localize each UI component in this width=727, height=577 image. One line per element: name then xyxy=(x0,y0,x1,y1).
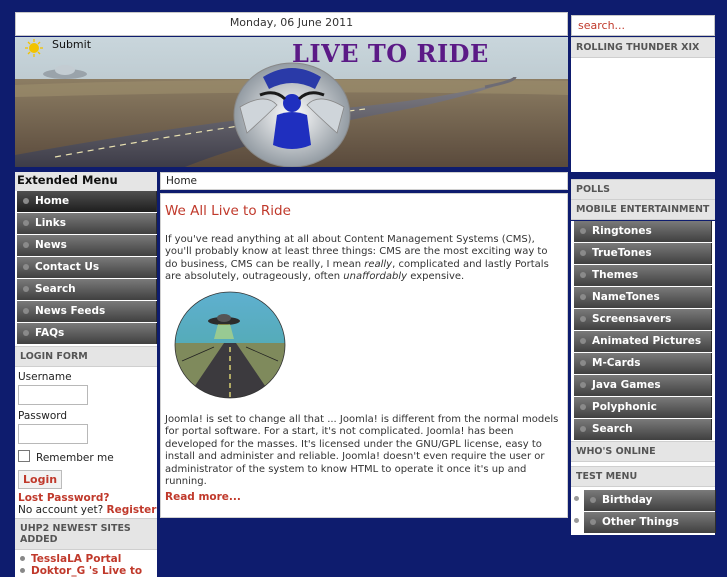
password-label: Password xyxy=(18,410,68,422)
rolling-thunder-body xyxy=(571,58,715,172)
current-date: Monday, 06 June 2011 xyxy=(229,16,354,29)
mobile-entertainment-header: MOBILE ENTERTAINMENT xyxy=(571,200,715,220)
mobile-item-screensavers[interactable]: Screensavers xyxy=(574,309,712,330)
mobile-menu: Ringtones TrueTones Themes NameTones Scr… xyxy=(571,221,715,441)
menu-item-contact-us[interactable]: Contact Us xyxy=(17,257,157,278)
bullet-icon xyxy=(23,242,29,248)
menu-item-news[interactable]: News xyxy=(17,235,157,256)
menu-item-search[interactable]: Search xyxy=(17,279,157,300)
mobile-item-polyphonic[interactable]: Polyphonic xyxy=(574,397,712,418)
test-item-birthday[interactable]: Birthday xyxy=(584,490,716,511)
bullet-icon xyxy=(23,286,29,292)
menu-item-news-feeds[interactable]: News Feeds xyxy=(17,301,157,322)
mobile-item-ringtones[interactable]: Ringtones xyxy=(574,221,712,242)
bullet-icon xyxy=(580,426,586,432)
username-field[interactable] xyxy=(18,385,88,405)
bullet-icon xyxy=(580,382,586,388)
whos-online-header: WHO'S ONLINE xyxy=(571,441,715,462)
main-content: We All Live to Ride If you've read anyth… xyxy=(160,193,568,518)
register-row: No account yet? Register xyxy=(18,504,157,516)
mobile-item-java-games[interactable]: Java Games xyxy=(574,375,712,396)
search-input[interactable] xyxy=(571,15,715,36)
bullet-icon xyxy=(580,250,586,256)
bullet-icon xyxy=(590,497,596,503)
newest-sites-list: TesslaLA Portal Doktor_G 's Live to xyxy=(18,553,157,577)
newest-sites-header: UHP2 NEWEST SITES ADDED xyxy=(15,518,157,550)
read-more-link[interactable]: Read more... xyxy=(165,491,241,503)
article-title: We All Live to Ride xyxy=(165,203,291,219)
mobile-item-themes[interactable]: Themes xyxy=(574,265,712,286)
bullet-icon xyxy=(580,228,586,234)
login-form-header: LOGIN FORM xyxy=(15,346,157,367)
mobile-item-nametones[interactable]: NameTones xyxy=(574,287,712,308)
username-label: Username xyxy=(18,371,72,383)
menu-item-links[interactable]: Links xyxy=(17,213,157,234)
bullet-icon xyxy=(580,272,586,278)
breadcrumb-home[interactable]: Home xyxy=(166,175,197,187)
list-item: Doktor_G 's Live to xyxy=(18,565,157,577)
date-bar: Monday, 06 June 2011 xyxy=(15,12,568,36)
test-menu-header: TEST MENU xyxy=(571,466,715,487)
live-to-ride-logo xyxy=(233,62,351,167)
test-menu: Birthday Other Things xyxy=(571,487,716,535)
bullet-icon xyxy=(574,496,579,501)
newest-site-link[interactable]: Doktor_G 's Live to xyxy=(31,565,142,577)
mobile-item-search[interactable]: Search xyxy=(574,419,712,440)
bullet-icon xyxy=(23,308,29,314)
left-sidebar: Extended Menu Home Links News Contact Us… xyxy=(15,172,157,577)
menu-item-faqs[interactable]: FAQs xyxy=(17,323,157,344)
mobile-item-animated-pictures[interactable]: Animated Pictures xyxy=(574,331,712,352)
article-body: Joomla! is set to change all that ... Jo… xyxy=(165,414,559,488)
polls-header: POLLS xyxy=(571,179,715,200)
bullet-icon xyxy=(574,518,579,523)
header-banner: Submit LIVE TO RIDE xyxy=(15,37,568,167)
register-link[interactable]: Register xyxy=(107,504,157,516)
ufo-road-image xyxy=(174,291,286,399)
bullet-icon xyxy=(580,316,586,322)
login-button[interactable]: Login xyxy=(18,470,63,489)
bullet-icon xyxy=(20,568,25,573)
remember-checkbox[interactable] xyxy=(18,450,30,462)
bullet-icon xyxy=(590,519,596,525)
bullet-icon xyxy=(580,404,586,410)
banner-title: LIVE TO RIDE xyxy=(292,39,489,68)
bullet-icon xyxy=(23,220,29,226)
lost-password-link[interactable]: Lost Password? xyxy=(18,492,110,504)
lost-password-row: Lost Password? xyxy=(18,492,157,504)
right-sidebar: ROLLING THUNDER XIX POLLS MOBILE ENTERTA… xyxy=(571,37,716,535)
bullet-icon xyxy=(23,264,29,270)
submit-link[interactable]: Submit xyxy=(52,38,91,51)
article-intro: If you've read anything at all about Con… xyxy=(165,234,549,283)
list-item: TesslaLA Portal xyxy=(18,553,157,565)
mobile-item-truetones[interactable]: TrueTones xyxy=(574,243,712,264)
password-field[interactable] xyxy=(18,424,88,444)
test-item-other-things[interactable]: Other Things xyxy=(584,512,716,533)
bullet-icon xyxy=(580,360,586,366)
menu-item-home[interactable]: Home xyxy=(17,191,157,212)
bullet-icon xyxy=(580,294,586,300)
bullet-icon xyxy=(23,330,29,336)
remember-label: Remember me xyxy=(36,452,114,464)
newest-site-link[interactable]: TesslaLA Portal xyxy=(31,553,121,565)
mobile-item-m-cards[interactable]: M-Cards xyxy=(574,353,712,374)
bullet-icon xyxy=(580,338,586,344)
bullet-icon xyxy=(23,198,29,204)
bullet-icon xyxy=(20,556,25,561)
remember-row: Remember me xyxy=(18,450,157,464)
breadcrumb: Home xyxy=(160,172,568,190)
no-account-text: No account yet? xyxy=(18,504,104,516)
rolling-thunder-header: ROLLING THUNDER XIX xyxy=(571,37,715,58)
extended-menu-header: Extended Menu xyxy=(15,172,157,191)
